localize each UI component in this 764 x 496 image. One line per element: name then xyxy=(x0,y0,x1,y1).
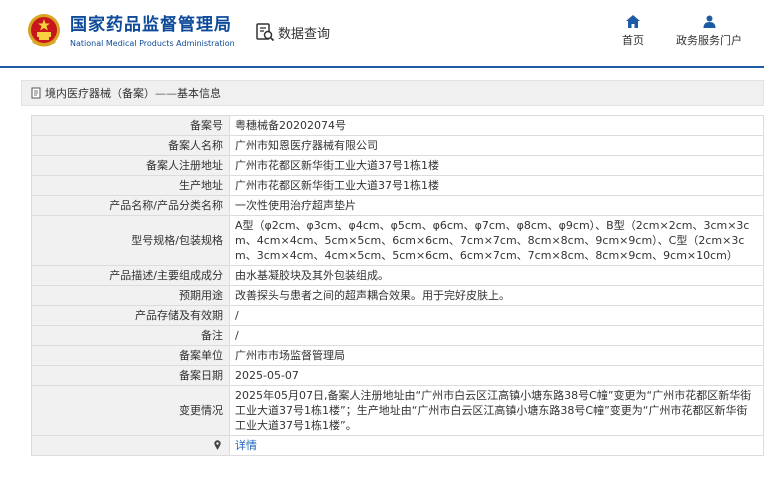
nav-service-portal-label: 政务服务门户 xyxy=(676,34,742,47)
table-row: 详情 xyxy=(31,435,764,456)
nav-home-label: 首页 xyxy=(622,34,644,47)
row-value: / xyxy=(229,325,764,346)
row-label: 生产地址 xyxy=(31,175,230,196)
brand-title-cn: 国家药品监督管理局 xyxy=(70,15,232,35)
row-value: A型（φ2cm、φ3cm、φ4cm、φ5cm、φ6cm、φ7cm、φ8cm、φ9… xyxy=(229,215,764,266)
row-label: 备案人注册地址 xyxy=(31,155,230,176)
row-label: 产品存储及有效期 xyxy=(31,305,230,326)
row-label: 型号规格/包装规格 xyxy=(31,215,230,266)
table-row: 备注 / xyxy=(31,325,764,346)
row-label: 变更情况 xyxy=(31,385,230,436)
row-value: 广州市知恩医疗器械有限公司 xyxy=(229,135,764,156)
row-label: 备案日期 xyxy=(31,365,230,386)
breadcrumb-separator: —— xyxy=(155,87,177,100)
row-value: 广州市市场监督管理局 xyxy=(229,345,764,366)
row-label: 备案号 xyxy=(31,115,230,136)
row-label: 预期用途 xyxy=(31,285,230,306)
record-info-table: 备案号 粤穗械备20202074号 备案人名称 广州市知恩医疗器械有限公司 备案… xyxy=(31,115,764,456)
row-value: 一次性使用治疗超声垫片 xyxy=(229,195,764,216)
table-row: 备案日期 2025-05-07 xyxy=(31,365,764,386)
table-row: 产品存储及有效期 / xyxy=(31,305,764,326)
data-query-label: 数据查询 xyxy=(278,26,331,42)
row-value: 广州市花都区新华街工业大道37号1栋1楼 xyxy=(229,155,764,176)
table-row: 产品描述/主要组成成分 由水基凝胶块及其外包装组成。 xyxy=(31,265,764,286)
row-value: 改善探头与患者之间的超声耦合效果。用于完好皮肤上。 xyxy=(229,285,764,306)
table-row: 备案号 粤穗械备20202074号 xyxy=(31,115,764,136)
row-label: 备案人名称 xyxy=(31,135,230,156)
table-row: 备案人名称 广州市知恩医疗器械有限公司 xyxy=(31,135,764,156)
row-value: / xyxy=(229,305,764,326)
table-row: 型号规格/包装规格 A型（φ2cm、φ3cm、φ4cm、φ5cm、φ6cm、φ7… xyxy=(31,215,764,266)
table-row: 产品名称/产品分类名称 一次性使用治疗超声垫片 xyxy=(31,195,764,216)
row-value: 2025-05-07 xyxy=(229,365,764,386)
row-value: 由水基凝胶块及其外包装组成。 xyxy=(229,265,764,286)
table-row: 生产地址 广州市花都区新华街工业大道37号1栋1楼 xyxy=(31,175,764,196)
national-emblem-icon xyxy=(28,14,60,47)
table-row: 变更情况 2025年05月07日,备案人注册地址由“广州市白云区江高镇小塘东路3… xyxy=(31,385,764,436)
table-row: 备案人注册地址 广州市花都区新华街工业大道37号1栋1楼 xyxy=(31,155,764,176)
breadcrumb-current: 基本信息 xyxy=(177,87,221,100)
row-value: 2025年05月07日,备案人注册地址由“广州市白云区江高镇小塘东路38号C幢”… xyxy=(229,385,764,436)
search-document-icon xyxy=(256,23,275,42)
table-row: 备案单位 广州市市场监督管理局 xyxy=(31,345,764,366)
row-label: 备注 xyxy=(31,325,230,346)
row-value: 粤穗械备20202074号 xyxy=(229,115,764,136)
row-value: 广州市花都区新华街工业大道37号1栋1楼 xyxy=(229,175,764,196)
brand-title-en: National Medical Products Administration xyxy=(70,39,235,48)
nav-home[interactable]: 首页 xyxy=(620,15,646,48)
user-icon xyxy=(703,15,715,28)
row-label: 备案单位 xyxy=(31,345,230,366)
data-query-link[interactable]: 数据查询 xyxy=(255,22,330,42)
detail-link[interactable]: 详情 xyxy=(229,435,764,456)
home-icon xyxy=(626,15,640,28)
row-label: 产品描述/主要组成成分 xyxy=(31,265,230,286)
row-label: 产品名称/产品分类名称 xyxy=(31,195,230,216)
document-icon xyxy=(31,87,41,99)
map-pin-icon xyxy=(214,440,221,450)
table-row: 预期用途 改善探头与患者之间的超声耦合效果。用于完好皮肤上。 xyxy=(31,285,764,306)
detail-pin-cell xyxy=(31,435,230,456)
site-header: 国家药品监督管理局 National Medical Products Admi… xyxy=(0,0,764,68)
breadcrumb: 境内医疗器械（备案）——基本信息 xyxy=(21,80,764,106)
nav-service-portal[interactable]: 政务服务门户 xyxy=(672,15,746,48)
breadcrumb-section[interactable]: 境内医疗器械（备案） xyxy=(45,87,155,100)
site-brand[interactable]: 国家药品监督管理局 National Medical Products Admi… xyxy=(70,15,235,50)
